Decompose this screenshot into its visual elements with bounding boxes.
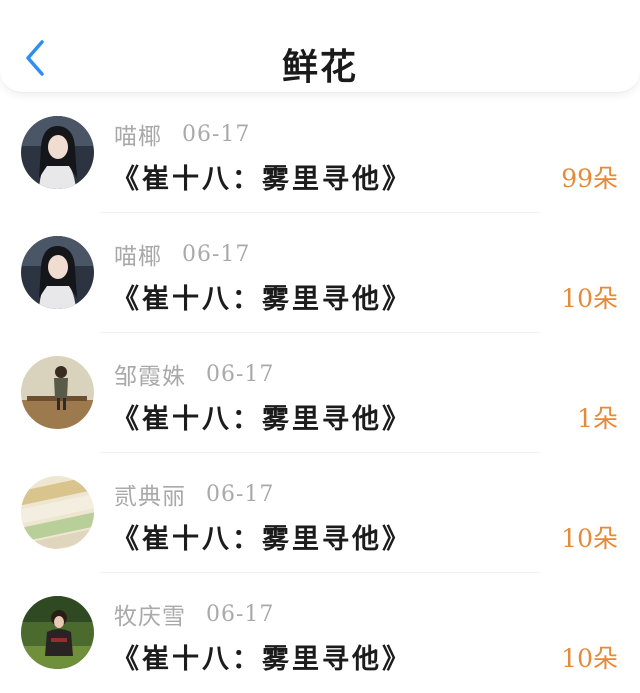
user-name: 邹霞姝: [114, 364, 186, 390]
gift-date: 06-17: [182, 121, 251, 147]
list-item[interactable]: 牧庆雪 06-17 《崔十八：雾里寻他》 10朵: [0, 573, 640, 693]
gift-date: 06-17: [206, 601, 275, 627]
book-title: 《崔十八：雾里寻他》: [112, 164, 412, 195]
list-item[interactable]: 喵椰 06-17 《崔十八：雾里寻他》 10朵: [0, 213, 640, 333]
gift-date: 06-17: [182, 241, 251, 267]
flower-gift-list: 喵椰 06-17 《崔十八：雾里寻他》 99朵 喵椰 06-17 《崔十八：雾里…: [0, 93, 640, 693]
avatar[interactable]: [21, 356, 94, 429]
flower-count: 10朵: [561, 284, 618, 313]
list-item[interactable]: 邹霞姝 06-17 《崔十八：雾里寻他》 1朵: [0, 333, 640, 453]
user-name: 牧庆雪: [114, 604, 186, 630]
book-title: 《崔十八：雾里寻他》: [112, 524, 412, 555]
flower-count: 1朵: [577, 404, 618, 433]
avatar[interactable]: [21, 596, 94, 669]
list-item[interactable]: 贰典丽 06-17 《崔十八：雾里寻他》 10朵: [0, 453, 640, 573]
avatar[interactable]: [21, 116, 94, 189]
book-title: 《崔十八：雾里寻他》: [112, 644, 412, 675]
flower-count: 10朵: [561, 644, 618, 673]
book-title: 《崔十八：雾里寻他》: [112, 284, 412, 315]
gift-date: 06-17: [206, 361, 275, 387]
list-item[interactable]: 喵椰 06-17 《崔十八：雾里寻他》 99朵: [0, 93, 640, 213]
gift-date: 06-17: [206, 481, 275, 507]
book-title: 《崔十八：雾里寻他》: [112, 404, 412, 435]
avatar[interactable]: [21, 236, 94, 309]
user-name: 贰典丽: [114, 484, 186, 510]
avatar[interactable]: [21, 476, 94, 549]
page-title: 鲜花: [281, 46, 358, 88]
top-nav-bar: 鲜花: [0, 0, 640, 93]
flower-count: 10朵: [561, 524, 618, 553]
user-name: 喵椰: [114, 244, 162, 270]
user-name: 喵椰: [114, 124, 162, 150]
flower-count: 99朵: [561, 164, 618, 193]
